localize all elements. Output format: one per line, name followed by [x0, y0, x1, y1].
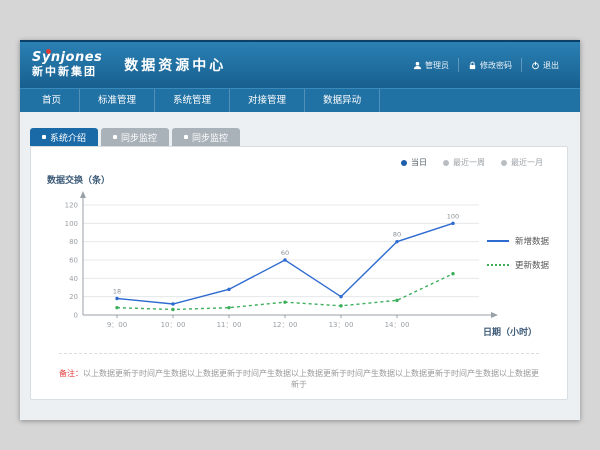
app-header: Synjones 新中新集团 数据资源中心 管理员 修改密码 退出: [20, 42, 580, 88]
series-line-sample: [487, 240, 509, 242]
series-label: 新增数据: [515, 235, 549, 247]
svg-text:11：00: 11：00: [217, 321, 242, 329]
logout-label: 退出: [543, 60, 559, 71]
nav-item-system-management[interactable]: 系统管理: [155, 89, 230, 112]
logout-button[interactable]: 退出: [521, 58, 568, 72]
content-area: 系统介绍 同步监控 同步监控 当日 最近一周: [20, 114, 580, 420]
series-line-sample: [487, 264, 509, 266]
logo-text-en: Synjones: [32, 51, 102, 66]
svg-text:60: 60: [281, 249, 289, 257]
period-filter[interactable]: 当日: [401, 157, 427, 168]
power-icon: [531, 61, 540, 70]
series-legend-item[interactable]: 新增数据: [487, 235, 549, 247]
user-icon: [413, 61, 422, 70]
tab-sync-monitor-2[interactable]: 同步监控: [172, 128, 240, 146]
tab-icon: [184, 135, 188, 139]
period-filters: 当日 最近一周 最近一月: [401, 157, 543, 168]
svg-text:40: 40: [69, 275, 78, 283]
tab-label: 系统介绍: [50, 131, 86, 144]
logo: Synjones 新中新集团: [32, 51, 102, 79]
tab-icon: [113, 135, 117, 139]
line-chart: 0 20 40 60 80 100 120 9：00 10：00 11：00 12：00 13：00 1…: [45, 187, 525, 379]
tab-bar: 系统介绍 同步监控 同步监控: [30, 128, 240, 146]
tab-icon: [42, 135, 46, 139]
lock-icon: [468, 61, 477, 70]
svg-text:0: 0: [74, 312, 78, 320]
period-filter[interactable]: 最近一月: [501, 157, 543, 168]
filter-dot-icon: [443, 160, 449, 166]
svg-text:60: 60: [69, 257, 78, 265]
tab-label: 同步监控: [192, 131, 228, 144]
svg-text:20: 20: [69, 293, 78, 301]
filter-label: 最近一周: [453, 157, 485, 168]
svg-text:13：00: 13：00: [329, 321, 354, 329]
tab-sync-monitor-1[interactable]: 同步监控: [101, 128, 169, 146]
nav-item-interface-management[interactable]: 对接管理: [230, 89, 305, 112]
change-password-button[interactable]: 修改密码: [458, 58, 521, 72]
svg-text:18: 18: [113, 288, 121, 296]
logo-text-cn: 新中新集团: [32, 66, 102, 79]
series-legend: 新增数据 更新数据: [487, 235, 549, 271]
footnote: 备注：以上数据更新于时间产生数据以上数据更新于时间产生数据以上数据更新于时间产生…: [59, 353, 539, 390]
filter-label: 最近一月: [511, 157, 543, 168]
svg-text:100: 100: [447, 212, 459, 220]
svg-text:14：00: 14：00: [385, 321, 410, 329]
header-actions: 管理员 修改密码 退出: [404, 58, 568, 72]
tab-system-intro[interactable]: 系统介绍: [30, 128, 98, 146]
admin-user-button[interactable]: 管理员: [404, 58, 458, 72]
period-filter[interactable]: 最近一周: [443, 157, 485, 168]
footnote-text: 以上数据更新于时间产生数据以上数据更新于时间产生数据以上数据更新于时间产生数据以…: [83, 369, 539, 389]
tab-label: 同步监控: [121, 131, 157, 144]
filter-dot-icon: [501, 160, 507, 166]
chart-panel: 当日 最近一周 最近一月 数据交换（条） 0 20 40 60 80 100 120 9：00…: [30, 146, 568, 400]
filter-label: 当日: [411, 157, 427, 168]
main-nav: 首页 标准管理 系统管理 对接管理 数据异动: [20, 88, 580, 112]
svg-text:80: 80: [69, 238, 78, 246]
svg-text:80: 80: [393, 231, 401, 239]
series-label: 更新数据: [515, 259, 549, 271]
change-password-label: 修改密码: [480, 60, 512, 71]
svg-text:10：00: 10：00: [161, 321, 186, 329]
svg-text:12：00: 12：00: [273, 321, 298, 329]
svg-text:120: 120: [65, 202, 78, 210]
browser-window: Synjones 新中新集团 数据资源中心 管理员 修改密码 退出: [20, 40, 580, 420]
svg-text:100: 100: [65, 220, 78, 228]
filter-dot-icon: [401, 160, 407, 166]
nav-item-data-change[interactable]: 数据异动: [305, 89, 380, 112]
page-title: 数据资源中心: [124, 55, 226, 75]
series-legend-item[interactable]: 更新数据: [487, 259, 549, 271]
y-axis-title: 数据交换（条）: [47, 173, 110, 186]
footnote-prefix: 备注：: [59, 369, 83, 378]
admin-user-label: 管理员: [425, 60, 449, 71]
nav-item-home[interactable]: 首页: [24, 89, 80, 112]
x-axis-title: 日期（小时）: [483, 325, 537, 338]
svg-text:9：00: 9：00: [107, 321, 127, 329]
nav-item-standard-management[interactable]: 标准管理: [80, 89, 155, 112]
